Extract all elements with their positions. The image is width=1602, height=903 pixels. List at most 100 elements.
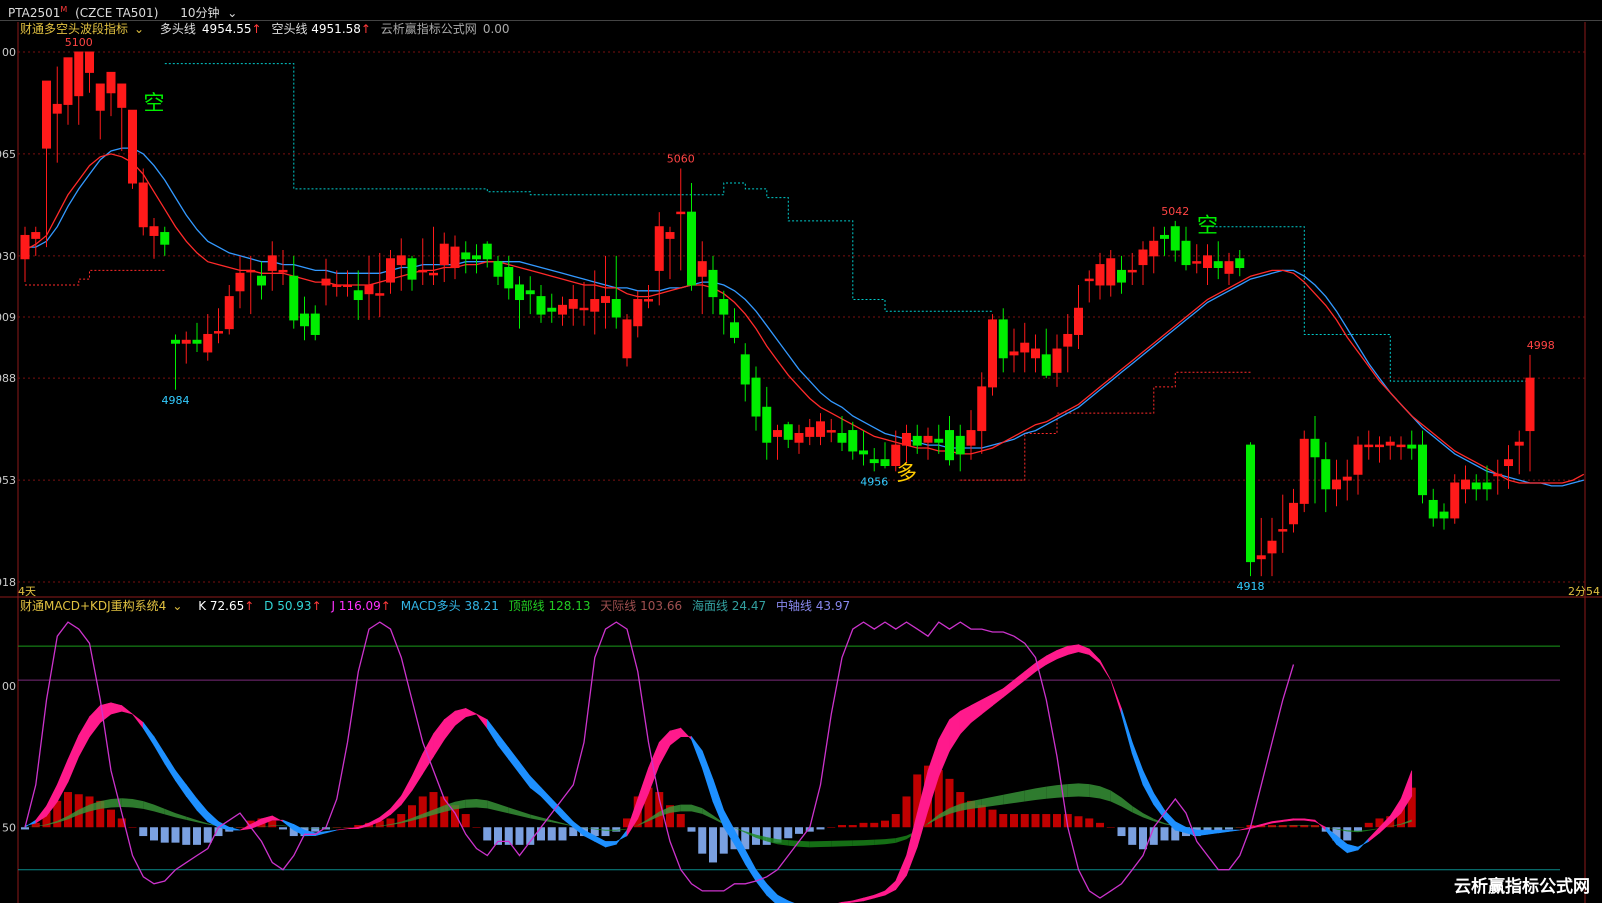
candle-body <box>289 275 299 321</box>
price-extreme-label: 4956 <box>860 475 888 488</box>
signal-band-segment <box>863 839 875 846</box>
candle-body <box>923 435 933 443</box>
candle-body <box>1020 342 1030 353</box>
macd-ribbon-segment <box>1207 829 1219 835</box>
signal-band-segment <box>777 839 789 846</box>
candle <box>429 226 438 285</box>
chart-canvas[interactable]: 00 065 030 009 088 053 018 00 50 5100 4984 5060 495… <box>0 0 1602 903</box>
signal-band-segment <box>164 808 176 818</box>
macd-histogram-bar <box>881 820 889 828</box>
candle <box>730 308 739 344</box>
candle-body <box>1246 444 1255 563</box>
candle <box>450 235 460 280</box>
macd-histogram-bar <box>988 809 997 828</box>
macd-histogram-bar <box>1289 825 1298 828</box>
candle <box>396 238 406 291</box>
candle <box>794 424 804 454</box>
macd-histogram-bar <box>1106 827 1115 828</box>
macd-ribbon-segment <box>1088 648 1101 664</box>
candle <box>128 109 137 189</box>
macd-ribbon-segment <box>992 688 1004 707</box>
macd-histogram-bar <box>838 825 846 828</box>
candle <box>203 314 213 361</box>
candle <box>1396 436 1406 460</box>
macd-ribbon-segment <box>755 868 768 897</box>
signal-band-segment <box>605 829 617 831</box>
macd-ribbon-segment <box>497 732 510 761</box>
macd-histogram-bar <box>1085 818 1094 828</box>
macd-ribbon-segment <box>669 727 682 746</box>
signal-band-segment <box>820 840 832 848</box>
macd-ribbon-segment <box>153 735 166 765</box>
macd-histogram-bar <box>139 827 148 837</box>
macd-ribbon-segment <box>400 776 413 806</box>
candle-body <box>1095 264 1105 286</box>
macd-histogram-bar <box>698 827 707 854</box>
macd-histogram-bar <box>1343 827 1352 841</box>
candle <box>461 241 471 274</box>
candle-body <box>601 296 610 303</box>
macd-ribbon-segment <box>336 828 348 831</box>
candle <box>214 308 223 344</box>
candle <box>665 226 675 280</box>
macd-ribbon-segment <box>1067 644 1079 656</box>
price-tick-label: 018 <box>0 576 16 589</box>
macd-ribbon-segment <box>1196 829 1208 837</box>
macd-histogram-bar <box>311 827 320 832</box>
signal-band-segment <box>132 798 144 809</box>
signal-band-segment <box>852 840 864 846</box>
candle <box>1310 416 1320 504</box>
macd-histogram-bar <box>1160 827 1169 841</box>
macd-ribbon-segment <box>1121 708 1133 754</box>
macd-histogram-bar <box>408 805 416 828</box>
candle-body <box>300 313 309 327</box>
candle-body <box>461 252 471 260</box>
macd-histogram-bar <box>762 827 771 845</box>
candle <box>160 226 170 256</box>
signal-band-segment <box>799 840 810 848</box>
candle-body <box>579 307 589 311</box>
candle <box>42 80 51 248</box>
candle-body <box>493 261 503 277</box>
candle-body <box>214 331 223 334</box>
candle-body <box>246 269 256 273</box>
signal-band-segment <box>498 803 509 814</box>
candle-body <box>1138 249 1148 266</box>
candle <box>1289 488 1298 533</box>
candle-body <box>816 421 825 437</box>
candle-body <box>224 296 234 330</box>
signal-band-segment <box>842 840 853 847</box>
candle-body <box>859 450 868 455</box>
macd-histogram-bar <box>1364 822 1373 828</box>
candle-body <box>1310 438 1320 458</box>
candle <box>63 57 73 125</box>
candle-body <box>472 255 481 260</box>
macd-ribbon-segment <box>1164 809 1176 831</box>
candle <box>955 424 965 472</box>
signal-band-segment <box>476 798 488 809</box>
candle <box>687 183 696 291</box>
candle-body <box>1385 441 1395 446</box>
macd-ribbon-segment <box>67 735 80 783</box>
macd-ribbon-segment <box>1045 649 1058 666</box>
candle-body <box>1482 482 1492 490</box>
candle <box>1353 436 1363 495</box>
macd-histogram-bar <box>193 827 201 845</box>
candle-body <box>869 459 879 464</box>
candle <box>1418 430 1427 504</box>
macd-ribbon-segment <box>325 829 337 834</box>
macd-ribbon-segment <box>884 880 897 896</box>
candle-body <box>515 284 524 301</box>
candle-body <box>203 333 213 353</box>
candle <box>439 232 449 283</box>
candle-body <box>762 406 772 443</box>
signal-band-segment <box>1046 785 1057 799</box>
macd-histogram-bar <box>709 827 717 863</box>
candle-body <box>1170 226 1180 251</box>
macd-histogram-bar <box>472 827 481 828</box>
macd-ribbon-segment <box>852 897 864 903</box>
candle <box>1375 436 1384 463</box>
candle-body <box>751 377 761 417</box>
candle-body <box>1471 482 1481 490</box>
macd-histogram-bar <box>1074 816 1083 828</box>
